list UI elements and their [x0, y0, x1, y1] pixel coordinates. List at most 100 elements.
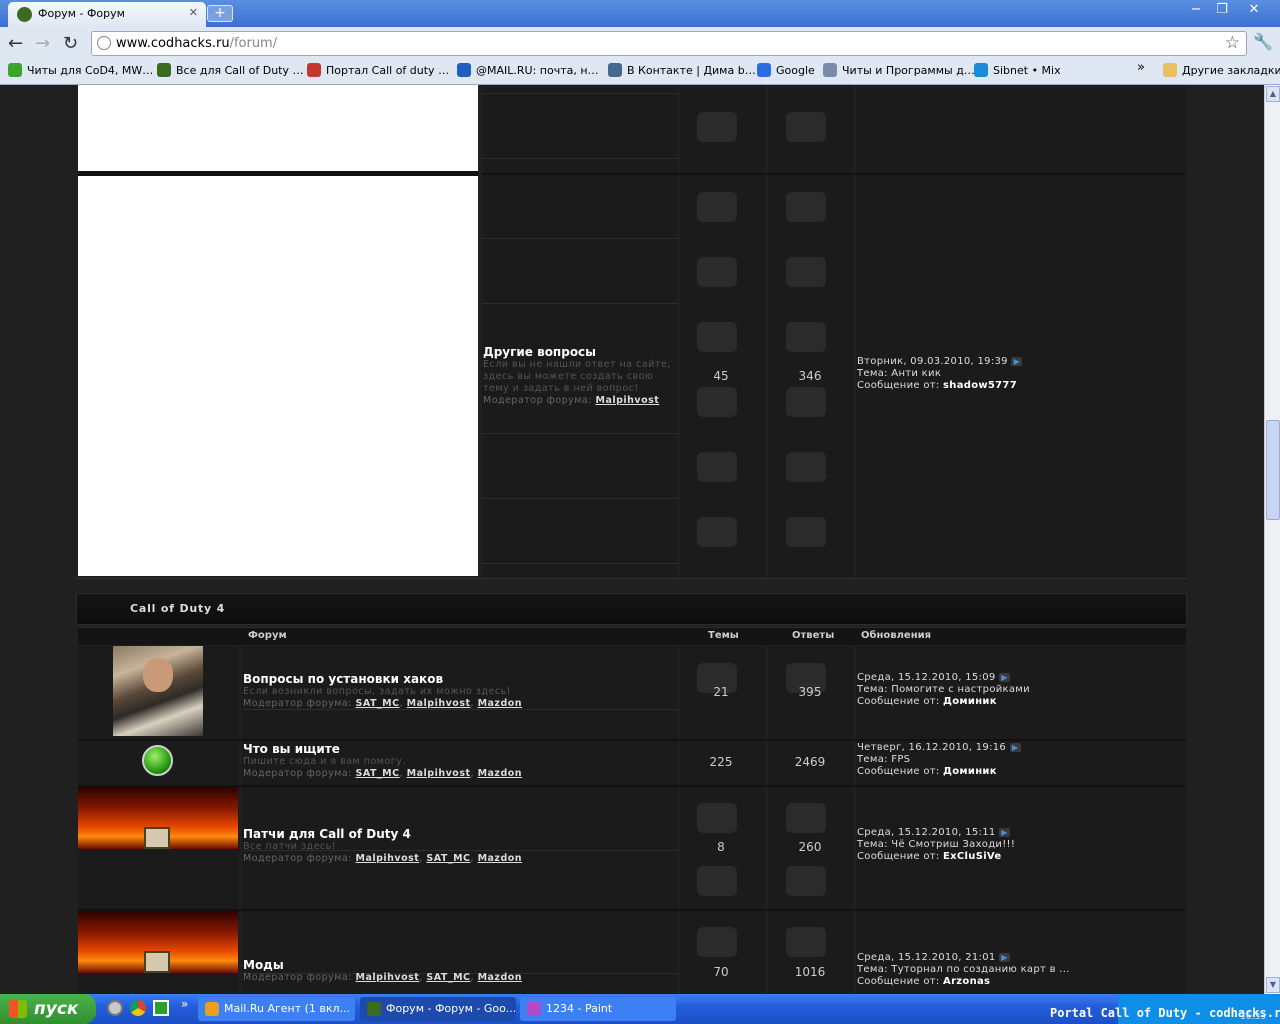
- moderator-link[interactable]: SAT_MC: [355, 698, 399, 709]
- forum-row: Патчи для Call of Duty 4 Все патчи здесь!…: [243, 827, 673, 864]
- back-icon[interactable]: ←: [8, 33, 23, 54]
- moderator-link[interactable]: Malpihvost: [595, 395, 659, 406]
- b-icon: [8, 63, 22, 77]
- bookmark-8[interactable]: Sibnet • Mix: [974, 63, 1061, 77]
- replies-count: 346: [798, 369, 822, 383]
- update-author-link[interactable]: shadow5777: [943, 380, 1017, 391]
- go-to-post-icon[interactable]: ▶: [999, 672, 1010, 682]
- replies-count: 1016: [794, 965, 826, 979]
- page-info-icon: [97, 36, 111, 50]
- forum-row: Что вы ищите Пишите сюда и я вам помогу. М…: [243, 742, 673, 779]
- moderator-link[interactable]: Mazdon: [478, 698, 522, 709]
- taskbar-item[interactable]: Форум - Форум - Goo...: [360, 997, 516, 1021]
- bookmark-4[interactable]: @MAIL.RU: почта, н…: [457, 63, 599, 77]
- sibnet-icon: [974, 63, 988, 77]
- col-replies-header: Ответы: [792, 630, 835, 641]
- forum-avatar-photo: [113, 646, 203, 736]
- update-topic-link[interactable]: Помогите с настройками: [891, 684, 1030, 695]
- quicklaunch-chevron[interactable]: »: [181, 997, 188, 1011]
- col-updates-header: Обновления: [861, 630, 932, 641]
- update-date: Среда, 15.12.2010, 21:01: [857, 952, 996, 963]
- fire-image: [78, 787, 238, 849]
- taskbar-item[interactable]: 1234 - Paint: [520, 997, 676, 1021]
- close-window-button[interactable]: ✕: [1242, 1, 1266, 19]
- address-bar[interactable]: www.codhacks.ru/forum/ ☆: [91, 31, 1247, 56]
- cod-logo-icon: [142, 745, 173, 776]
- bookmark-6[interactable]: Google: [757, 63, 815, 77]
- moderator-link[interactable]: Malpihvost: [355, 853, 419, 864]
- bookmark-star-icon[interactable]: ☆: [1225, 33, 1240, 53]
- go-to-post-icon[interactable]: ▶: [1009, 742, 1021, 752]
- new-tab-button[interactable]: +: [207, 5, 233, 22]
- scroll-up-icon[interactable]: ▲: [1266, 86, 1280, 102]
- forum-moderators: Модератор форума: SAT_MC, Malpihvost, Ma…: [243, 698, 523, 709]
- update-topic-link[interactable]: Анти кик: [891, 368, 941, 379]
- browser-tab[interactable]: Форум - Форум ✕: [8, 2, 206, 27]
- update-topic-link[interactable]: Чё Смотриш Заходи!!!: [891, 839, 1015, 850]
- forward-icon[interactable]: →: [35, 33, 50, 54]
- topics-count: 45: [713, 369, 729, 383]
- last-update: Среда, 15.12.2010, 15:11 ▶ Тема: Чё Смотр…: [857, 827, 1016, 862]
- forum-title-link[interactable]: Что вы ищите: [243, 742, 673, 756]
- other-bookmarks[interactable]: Другие закладки: [1163, 63, 1280, 77]
- wrench-menu-icon[interactable]: 🔧: [1253, 32, 1273, 51]
- go-to-post-icon[interactable]: ▶: [1011, 356, 1023, 366]
- replies-count: 260: [798, 840, 822, 854]
- vertical-scrollbar[interactable]: ▲ ▼: [1264, 85, 1280, 994]
- update-date: Вторник, 09.03.2010, 19:39: [857, 356, 1008, 367]
- bookmark-2[interactable]: Все для Call of Duty …: [157, 63, 304, 77]
- app-quicklaunch-icon[interactable]: [153, 1000, 169, 1016]
- taskbar-item[interactable]: Mail.Ru Агент (1 вкл...: [198, 997, 355, 1021]
- maximize-button[interactable]: ❐: [1210, 1, 1234, 19]
- scroll-down-icon[interactable]: ▼: [1266, 977, 1280, 993]
- column-header-row: [78, 627, 1186, 645]
- update-author-link[interactable]: Доминик: [943, 766, 997, 777]
- start-button[interactable]: пуск: [0, 994, 96, 1024]
- update-author-link[interactable]: Доминик: [943, 696, 997, 707]
- bookmark-1[interactable]: Читы для CoD4, MW…: [8, 63, 153, 77]
- moderator-link[interactable]: SAT_MC: [355, 768, 399, 779]
- last-update: Четверг, 16.12.2010, 19:16 ▶ Тема: FPS Соо…: [857, 742, 1021, 778]
- moderator-link[interactable]: Malpihvost: [407, 698, 471, 709]
- moderator-link[interactable]: Mazdon: [478, 972, 522, 983]
- forum-description: Все патчи здесь!: [243, 841, 337, 852]
- topics-count: 21: [713, 685, 729, 699]
- forum-title-link[interactable]: Вопросы по установки хаков: [243, 672, 673, 686]
- update-author-link[interactable]: Arzonas: [943, 976, 990, 987]
- forum-moderators: Модератор форума: Malpihvost, SAT_MC, Ma…: [243, 853, 523, 864]
- reload-icon[interactable]: ↻: [63, 33, 78, 54]
- bookmark-3[interactable]: Портал Call of duty …: [307, 63, 449, 77]
- go-to-post-icon[interactable]: ▶: [999, 952, 1010, 962]
- forum-title-link[interactable]: Патчи для Call of Duty 4: [243, 827, 673, 841]
- update-topic-link[interactable]: Туторнал по созданию карт в ...: [891, 964, 1069, 975]
- google-icon: [757, 63, 771, 77]
- at-icon: [457, 63, 471, 77]
- forum-title-link[interactable]: Другие вопросы: [483, 345, 678, 359]
- scroll-thumb[interactable]: [1266, 420, 1280, 520]
- page-icon: [823, 63, 837, 77]
- tab-title: Форум - Форум: [38, 7, 125, 20]
- moderator-link[interactable]: SAT_MC: [426, 853, 470, 864]
- moderator-link[interactable]: Malpihvost: [355, 972, 419, 983]
- update-author-link[interactable]: ExCluSiVe: [943, 851, 1001, 862]
- moderator-link[interactable]: Mazdon: [478, 853, 522, 864]
- chrome-quicklaunch-icon[interactable]: [130, 1000, 146, 1016]
- moderator-link[interactable]: Malpihvost: [407, 768, 471, 779]
- forum-row: Моды Модератор форума: Malpihvost, SAT_MC…: [243, 958, 673, 983]
- go-to-post-icon[interactable]: ▶: [999, 827, 1010, 837]
- bookmark-7[interactable]: Читы и Программы д…: [823, 63, 975, 77]
- settings-quicklaunch-icon[interactable]: [107, 1000, 123, 1016]
- moderator-link[interactable]: Mazdon: [478, 768, 522, 779]
- forum-description: Пишите сюда и я вам помогу.: [243, 756, 406, 767]
- bookmarks-overflow-chevron[interactable]: »: [1137, 60, 1145, 75]
- moderator-link[interactable]: SAT_MC: [426, 972, 470, 983]
- updates-col: [856, 85, 1186, 578]
- bookmark-5[interactable]: В Контакте | Дима b…: [608, 63, 756, 77]
- minimize-button[interactable]: −: [1184, 1, 1208, 19]
- tab-close-icon[interactable]: ✕: [189, 6, 198, 19]
- section-title[interactable]: Call of Duty 4: [130, 602, 225, 615]
- update-topic-link[interactable]: FPS: [891, 754, 910, 765]
- forum-other-questions: Другие вопросы Если вы не нашли ответ на…: [483, 345, 678, 406]
- forum-title-link[interactable]: Моды: [243, 958, 673, 972]
- update-date: Среда, 15.12.2010, 15:09: [857, 672, 996, 683]
